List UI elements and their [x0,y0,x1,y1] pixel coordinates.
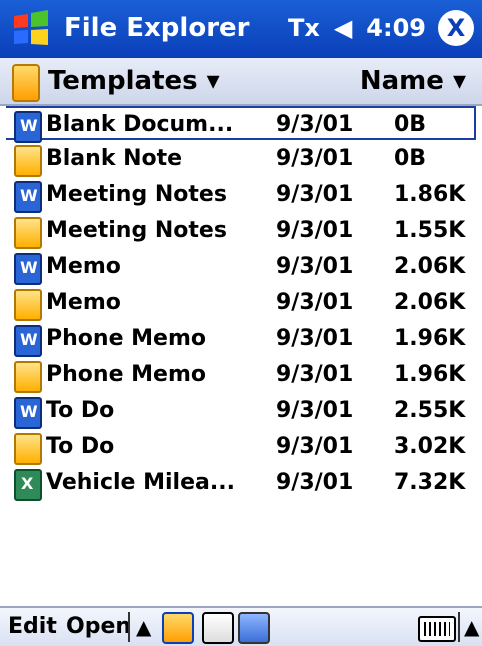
file-name: Blank Note [46,146,183,171]
file-name: Memo [46,254,121,279]
note-icon [14,289,42,321]
my-device-icon[interactable] [162,612,194,644]
input-selector-arrow[interactable]: ▲ [464,614,479,640]
open-menu[interactable]: Open [66,614,131,640]
file-size: 2.06K [394,254,466,279]
list-item[interactable]: Memo 9/3/01 2.06K [6,286,476,321]
file-name: Meeting Notes [46,218,227,243]
note-icon [14,361,42,393]
list-item[interactable]: To Do 9/3/01 3.02K [6,430,476,465]
title-bar: File Explorer Tx ◀︎ 4:09 X [0,0,482,58]
file-date: 9/3/01 [276,434,354,459]
word-doc-icon [14,397,42,429]
sort-dropdown[interactable]: Name ▾ [360,64,466,98]
list-item[interactable]: Meeting Notes 9/3/01 1.55K [6,214,476,249]
file-name: Phone Memo [46,362,206,387]
file-size: 7.32K [394,470,466,495]
network-share-icon[interactable] [238,612,270,644]
file-date: 9/3/01 [276,146,354,171]
file-name: To Do [46,434,115,459]
file-date: 9/3/01 [276,290,354,315]
file-name: Memo [46,290,121,315]
file-size: 0B [394,146,427,171]
folder-icon [12,64,40,102]
storage-card-icon[interactable] [202,612,234,644]
up-arrow-button[interactable]: ▲ [136,614,151,640]
file-date: 9/3/01 [276,362,354,387]
menu-divider [458,612,460,642]
note-icon [14,217,42,249]
file-name: Meeting Notes [46,182,227,207]
list-item[interactable]: Memo 9/3/01 2.06K [6,250,476,285]
folder-dropdown[interactable]: Templates ▾ [48,64,220,98]
file-date: 9/3/01 [276,254,354,279]
file-size: 1.55K [394,218,466,243]
note-icon [14,145,42,177]
file-date: 9/3/01 [276,112,354,137]
word-doc-icon [14,111,42,143]
file-size: 1.86K [394,182,466,207]
edit-menu[interactable]: Edit [8,614,57,640]
clock[interactable]: 4:09 [366,12,426,44]
list-item[interactable]: Phone Memo 9/3/01 1.96K [6,322,476,357]
list-item[interactable]: To Do 9/3/01 2.55K [6,394,476,429]
window-title: File Explorer [64,13,250,43]
file-date: 9/3/01 [276,326,354,351]
file-size: 2.55K [394,398,466,423]
excel-icon [14,469,42,501]
speaker-icon[interactable]: ◀︎ [334,12,352,44]
system-tray: Tx ◀︎ 4:09 [288,12,426,44]
file-list: Blank Docum... 9/3/01 0B Blank Note 9/3/… [0,106,482,536]
file-size: 1.96K [394,362,466,387]
close-button[interactable]: X [438,10,474,46]
list-item[interactable]: Vehicle Milea... 9/3/01 7.32K [6,466,476,501]
file-name: Blank Docum... [46,112,234,137]
word-doc-icon [14,325,42,357]
menu-bar: Edit Open ▲ ▲ [0,606,482,646]
list-item[interactable]: Meeting Notes 9/3/01 1.86K [6,178,476,213]
keyboard-icon[interactable] [418,616,456,642]
file-date: 9/3/01 [276,182,354,207]
word-doc-icon [14,253,42,285]
connectivity-icon[interactable]: Tx [288,12,320,44]
list-item[interactable]: Blank Docum... 9/3/01 0B [6,106,476,143]
navigation-bar: Templates ▾ Name ▾ [0,58,482,106]
note-icon [14,433,42,465]
file-name: To Do [46,398,115,423]
file-date: 9/3/01 [276,218,354,243]
word-doc-icon [14,181,42,213]
list-item[interactable]: Blank Note 9/3/01 0B [6,142,476,177]
file-date: 9/3/01 [276,470,354,495]
menu-divider [128,612,130,642]
file-size: 0B [394,112,427,137]
file-name: Phone Memo [46,326,206,351]
start-logo-icon[interactable] [8,8,54,50]
file-size: 3.02K [394,434,466,459]
file-size: 2.06K [394,290,466,315]
file-date: 9/3/01 [276,398,354,423]
file-size: 1.96K [394,326,466,351]
list-item[interactable]: Phone Memo 9/3/01 1.96K [6,358,476,393]
file-name: Vehicle Milea... [46,470,235,495]
